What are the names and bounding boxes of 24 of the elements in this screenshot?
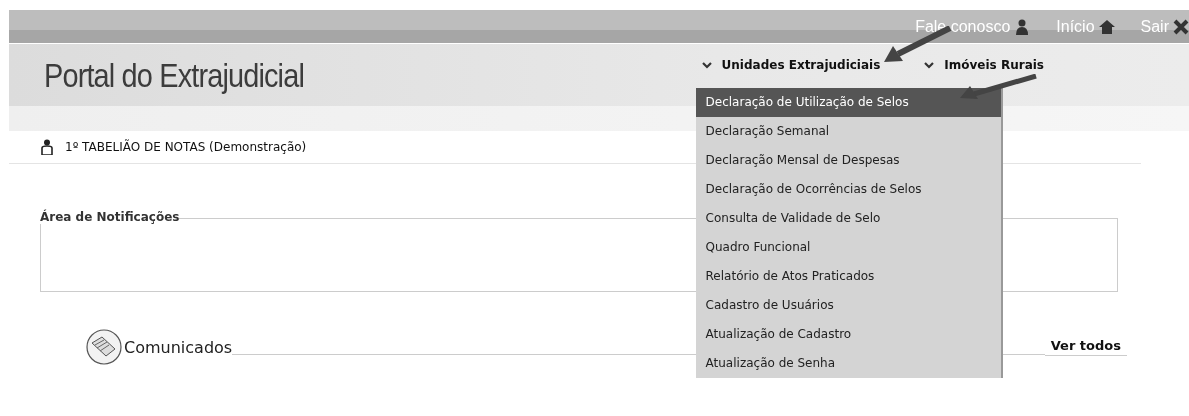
- office-name: 1º TABELIÃO DE NOTAS (Demonstração): [65, 140, 307, 154]
- menu-item[interactable]: Atualização de Senha: [695, 349, 1001, 378]
- chevron-icon: [701, 61, 712, 69]
- home-icon: [1098, 18, 1115, 35]
- section-heading: Comunicados: [124, 337, 233, 357]
- menu-item[interactable]: Declaração Semanal: [695, 117, 1001, 146]
- view-all-link[interactable]: Ver todos: [1044, 338, 1127, 356]
- menu-item[interactable]: Declaração Mensal de Despesas: [695, 146, 1001, 175]
- menu-item[interactable]: Relatório de Atos Praticados: [695, 262, 1001, 291]
- user-icon: [41, 139, 53, 155]
- section-heading: Área de Notificações: [40, 210, 180, 224]
- menu-item[interactable]: Cadastro de Usuários: [695, 291, 1001, 320]
- close-icon: [1173, 18, 1189, 35]
- chevron-icon: [924, 61, 935, 69]
- documents-icon: [86, 329, 122, 365]
- nav-menu[interactable]: Unidades Extrajudiciais: [697, 56, 881, 74]
- menu-item[interactable]: Atualização de Cadastro: [695, 320, 1001, 349]
- site-title: Portal do Extrajudicial: [44, 55, 304, 95]
- menu-item[interactable]: Quadro Funcional: [695, 233, 1001, 262]
- nav-menu[interactable]: Imóveis Rurais: [920, 56, 1044, 74]
- menu-item[interactable]: Declaração de Utilização de Selos: [695, 88, 1001, 117]
- menu-item[interactable]: Consulta de Validade de Selo: [695, 204, 1001, 233]
- person-icon: [1014, 18, 1031, 35]
- menu-item[interactable]: Declaração de Ocorrências de Selos: [695, 175, 1001, 204]
